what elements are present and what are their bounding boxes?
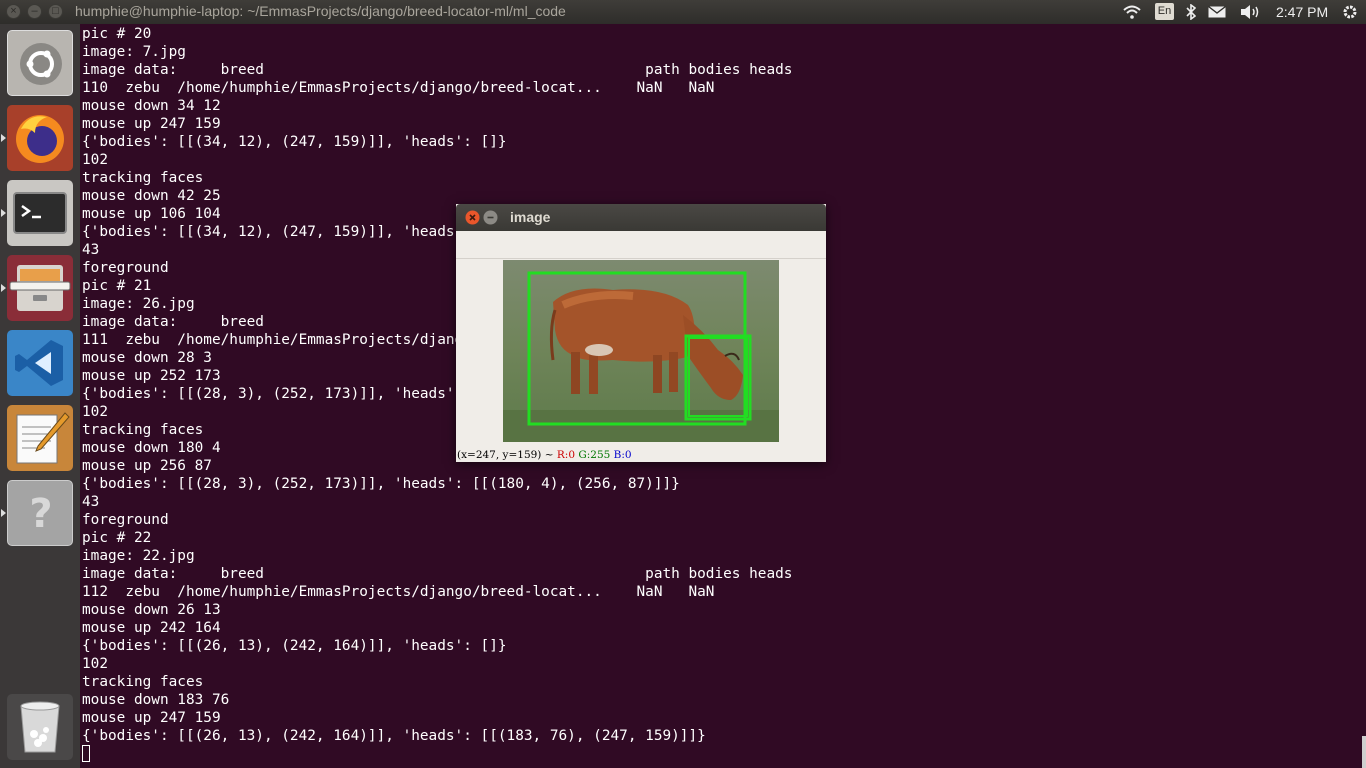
- terminal-line: tracking faces: [82, 170, 204, 186]
- terminal-line: mouse up 247 159: [82, 116, 221, 132]
- terminal-line: image: 7.jpg: [82, 44, 186, 60]
- terminal-line: mouse down 34 12: [82, 98, 221, 114]
- green-value: G:255: [578, 449, 611, 461]
- terminal-line: {'bodies': [[(26, 13), (242, 164)]], 'he…: [82, 638, 507, 654]
- terminal-line: image: 22.jpg: [82, 548, 195, 564]
- terminal-line: image: 26.jpg: [82, 296, 195, 312]
- coords-readout: (x=247, y=159) ~: [457, 449, 554, 461]
- launcher: ?: [0, 24, 80, 768]
- vscode-button[interactable]: [7, 330, 73, 396]
- terminal-line: tracking faces: [82, 674, 204, 690]
- notepad-icon: [16, 412, 70, 464]
- minimize-icon[interactable]: –: [27, 4, 42, 19]
- terminal-line: pic # 21: [82, 278, 152, 294]
- scrollbar[interactable]: [1362, 736, 1366, 768]
- image-toolbar: [456, 231, 826, 259]
- bluetooth-icon[interactable]: [1186, 4, 1196, 20]
- terminal-line: mouse down 42 25: [82, 188, 221, 204]
- file-cabinet-icon: [9, 265, 71, 311]
- terminal-line: mouse down 26 13: [82, 602, 221, 618]
- terminal-line: pic # 22: [82, 530, 152, 546]
- terminal-line: image data: breed path bodies heads: [82, 62, 793, 78]
- ubuntu-dash-button[interactable]: [7, 30, 73, 96]
- firefox-button[interactable]: [7, 105, 73, 171]
- terminal-line: {'bodies': [[(26, 13), (242, 164)]], 'he…: [82, 728, 706, 744]
- terminal-line: mouse down 28 3: [82, 350, 212, 366]
- trash-icon: [20, 701, 60, 753]
- trash-button[interactable]: [7, 694, 73, 760]
- keyboard-lang-icon[interactable]: En: [1155, 3, 1174, 20]
- text-cursor: [82, 745, 90, 762]
- vscode-icon: [15, 340, 63, 386]
- terminal-line: 102: [82, 404, 108, 420]
- blue-value: B:0: [613, 449, 632, 461]
- image-window-title: image: [510, 209, 551, 225]
- terminal-line: mouse up 252 173: [82, 368, 221, 384]
- terminal-line: {'bodies': [[(34, 12), (247, 159)]], 'he…: [82, 134, 507, 150]
- minimize-icon[interactable]: [483, 210, 498, 225]
- terminal-line: 112 zebu /home/humphie/EmmasProjects/dja…: [82, 584, 715, 600]
- terminal-line: mouse down 183 76: [82, 692, 230, 708]
- terminal-line: mouse up 106 104: [82, 206, 221, 222]
- terminal-line: 102: [82, 656, 108, 672]
- mail-icon[interactable]: [1208, 6, 1226, 18]
- window-title: humphie@humphie-laptop: ~/EmmasProjects/…: [75, 3, 566, 19]
- terminal-line: mouse down 180 4: [82, 440, 221, 456]
- maximize-icon[interactable]: □: [48, 4, 63, 19]
- pixel-status-readout: (x=247, y=159) ~ R:0 G:255 B:0: [457, 449, 632, 462]
- ubuntu-logo-icon: [20, 43, 62, 85]
- terminal-line: 43: [82, 494, 100, 510]
- terminal-line: {'bodies': [[(28, 3), (252, 173)]], 'hea…: [82, 386, 498, 402]
- gear-icon[interactable]: [1342, 4, 1358, 20]
- image-window-titlebar[interactable]: image: [456, 204, 826, 231]
- terminal-line: foreground: [82, 512, 169, 528]
- terminal-line: 110 zebu /home/humphie/EmmasProjects/dja…: [82, 80, 715, 96]
- wifi-icon[interactable]: [1123, 5, 1141, 19]
- terminal-icon: [13, 192, 67, 234]
- image-window[interactable]: image (x=247, y=159) ~ R:0 G:255 B:0: [456, 204, 826, 462]
- svg-text:?: ?: [29, 491, 52, 537]
- terminal-line: 102: [82, 152, 108, 168]
- terminal-button[interactable]: [7, 180, 73, 246]
- terminal-line: 43: [82, 242, 100, 258]
- terminal-line: mouse up 256 87: [82, 458, 212, 474]
- text-editor-button[interactable]: [7, 405, 73, 471]
- file-manager-button[interactable]: [7, 255, 73, 321]
- clock[interactable]: 2:47 PM: [1276, 0, 1328, 24]
- terminal-line: {'bodies': [[(28, 3), (252, 173)]], 'hea…: [82, 476, 680, 492]
- help-button[interactable]: ?: [7, 480, 73, 546]
- red-value: R:0: [556, 449, 576, 461]
- question-mark-icon: ?: [29, 491, 52, 537]
- cow-image: [503, 260, 779, 442]
- terminal-line: mouse up 242 164: [82, 620, 221, 636]
- cow-photo[interactable]: [503, 260, 779, 442]
- terminal-line: image data: breed path bodies heads: [82, 566, 793, 582]
- close-icon[interactable]: [465, 210, 480, 225]
- firefox-icon: [16, 115, 64, 163]
- terminal-line: mouse up 247 159: [82, 710, 221, 726]
- terminal-line: foreground: [82, 260, 169, 276]
- terminal-line: tracking faces: [82, 422, 204, 438]
- terminal-line: pic # 20: [82, 26, 152, 42]
- volume-icon[interactable]: [1240, 5, 1262, 19]
- close-icon[interactable]: ×: [6, 4, 21, 19]
- top-panel: × – □ humphie@humphie-laptop: ~/EmmasPro…: [0, 0, 1366, 24]
